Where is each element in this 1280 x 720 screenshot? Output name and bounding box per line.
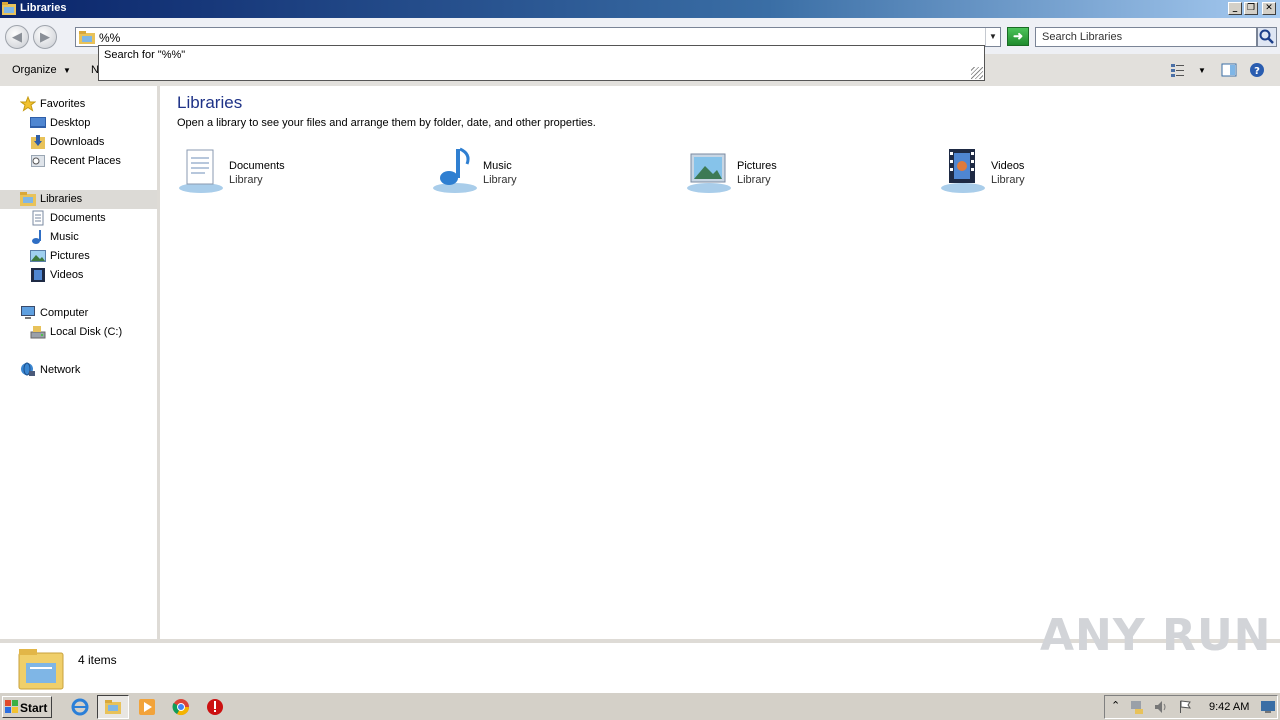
preview-pane-icon[interactable]	[1221, 62, 1237, 78]
music-library-icon	[433, 147, 477, 193]
start-button[interactable]: Start	[2, 696, 52, 718]
help-icon[interactable]: ?	[1249, 62, 1265, 78]
arrow-right-icon: ➜	[1012, 29, 1024, 43]
item-count: 4 items	[78, 653, 117, 667]
nav-label: Network	[40, 364, 81, 376]
address-suggestion-dropdown: Search for "%%"	[98, 45, 985, 81]
search-suggestion-item[interactable]: Search for "%%"	[104, 49, 185, 61]
content-pane: Libraries Open a library to see your fil…	[160, 86, 1280, 639]
svg-text:?: ?	[1254, 66, 1260, 77]
security-alert-icon[interactable]	[205, 697, 225, 717]
library-item-videos[interactable]: Videos Library	[939, 146, 1179, 198]
chevron-up-icon[interactable]: ⌃	[1111, 699, 1120, 712]
change-view-icon[interactable]	[1170, 62, 1186, 78]
documents-icon	[32, 210, 44, 226]
recent-places-icon	[31, 155, 45, 167]
libraries-folder-icon	[20, 192, 36, 206]
library-type: Library	[991, 174, 1025, 186]
network-icon	[21, 362, 35, 376]
network-tray-icon[interactable]	[1129, 699, 1145, 715]
search-button[interactable]	[1257, 27, 1277, 47]
window-title: Libraries	[20, 2, 67, 14]
address-input[interactable]: %%	[99, 31, 120, 45]
system-tray: ⌃	[1104, 695, 1278, 719]
start-label: Start	[20, 701, 48, 715]
show-desktop-icon[interactable]	[1260, 700, 1276, 714]
libraries-folder-icon	[105, 700, 121, 714]
star-icon	[20, 96, 36, 112]
watermark-logo: ANY RUN	[1040, 610, 1272, 661]
videos-library-icon	[941, 149, 985, 193]
chevron-down-icon: ▼	[989, 32, 997, 41]
hard-drive-icon	[30, 326, 46, 339]
desktop-icon	[30, 117, 46, 128]
windows-logo-icon	[5, 700, 18, 713]
library-name: Music	[483, 160, 512, 172]
library-name: Pictures	[737, 160, 777, 172]
forward-button[interactable]: ▶	[33, 25, 57, 49]
search-icon	[1259, 29, 1274, 44]
restore-button[interactable]: ❐	[1244, 2, 1258, 15]
library-item-music[interactable]: Music Library	[431, 146, 671, 198]
nav-label: Videos	[50, 269, 84, 281]
library-type: Library	[737, 174, 771, 186]
explorer-taskbar-button[interactable]	[97, 695, 129, 719]
library-type: Library	[483, 174, 517, 186]
nav-label: Recent Places	[50, 155, 121, 167]
library-item-pictures[interactable]: Pictures Library	[685, 146, 925, 198]
libraries-folder-icon	[2, 2, 16, 15]
internet-explorer-icon[interactable]	[70, 697, 90, 717]
nav-label: Music	[50, 231, 79, 243]
view-options-dropdown-icon[interactable]: ▼	[1198, 66, 1206, 75]
navigation-pane: Favorites Desktop Downloads Recent Place…	[0, 86, 160, 639]
page-title: Libraries	[177, 93, 243, 112]
back-button[interactable]: ◀	[5, 25, 29, 49]
address-dropdown-button[interactable]: ▼	[985, 28, 1000, 46]
address-bar[interactable]: %% ▼	[75, 27, 1001, 47]
forward-arrow-icon: ▶	[40, 29, 50, 44]
minimize-button[interactable]: _	[1228, 2, 1242, 15]
nav-label: Libraries	[40, 193, 83, 205]
nav-label: Documents	[50, 212, 106, 224]
close-button[interactable]: ✕	[1262, 2, 1276, 15]
pictures-icon	[30, 250, 46, 262]
page-description: Open a library to see your files and arr…	[177, 117, 596, 129]
flag-icon[interactable]	[1177, 699, 1193, 715]
nav-label: Local Disk (C:)	[50, 326, 123, 338]
libraries-folder-icon	[18, 649, 64, 690]
taskbar: Start ⌃ 9:42 AM	[0, 692, 1280, 720]
search-placeholder: Search Libraries	[1042, 31, 1123, 43]
organize-button[interactable]: Organize	[12, 64, 57, 76]
nav-label: Pictures	[50, 250, 90, 262]
downloads-folder-icon	[31, 135, 45, 149]
title-bar: Libraries _ ❐ ✕	[0, 0, 1280, 18]
go-button[interactable]: ➜	[1007, 27, 1029, 46]
nav-label: Computer	[40, 307, 89, 319]
libraries-folder-icon	[79, 31, 95, 44]
pictures-library-icon	[687, 153, 731, 193]
media-player-icon[interactable]	[137, 697, 157, 717]
resize-grip[interactable]	[971, 67, 983, 79]
music-note-icon	[32, 230, 41, 244]
clock: 9:42 AM	[1209, 701, 1250, 713]
computer-icon	[21, 306, 35, 319]
library-name: Documents	[229, 160, 285, 172]
library-item-documents[interactable]: Documents Library	[177, 146, 417, 198]
chevron-down-icon: ▼	[63, 66, 71, 75]
nav-label: Desktop	[50, 117, 91, 129]
nav-label: Favorites	[40, 98, 86, 110]
nav-label: Downloads	[50, 136, 105, 148]
search-input[interactable]: Search Libraries	[1035, 27, 1257, 47]
library-name: Videos	[991, 160, 1025, 172]
film-strip-icon	[31, 268, 45, 282]
back-arrow-icon: ◀	[12, 29, 22, 44]
library-type: Library	[229, 174, 263, 186]
speaker-icon[interactable]	[1153, 699, 1169, 715]
chrome-icon[interactable]	[171, 697, 191, 717]
documents-library-icon	[179, 149, 223, 193]
